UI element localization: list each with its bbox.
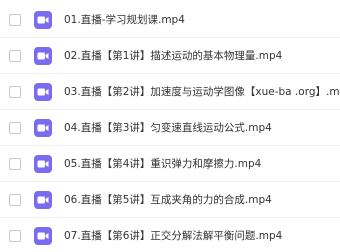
file-row[interactable]: 04.直播【第3讲】匀变速直线运动公式.mp4 [0,110,340,146]
file-name[interactable]: 06.直播【第5讲】互成夹角的力的合成.mp4 [64,182,272,218]
video-file-icon [34,47,52,65]
file-checkbox[interactable] [9,50,21,62]
video-file-icon [34,11,52,29]
file-name[interactable]: 07.直播【第6讲】正交分解法解平衡问题.mp4 [64,218,282,252]
video-file-icon [34,227,52,245]
file-row[interactable]: 01.直播-学习规划课.mp4 [0,2,340,38]
video-file-icon [34,119,52,137]
video-file-icon [34,83,52,101]
file-name[interactable]: 03.直播【第2讲】加速度与运动学图像【xue-ba .org】.mp4 [64,74,340,110]
file-checkbox[interactable] [9,158,21,170]
file-row[interactable]: 02.直播【第1讲】描述运动的基本物理量.mp4 [0,38,340,74]
file-name[interactable]: 01.直播-学习规划课.mp4 [64,2,185,38]
file-row[interactable]: 03.直播【第2讲】加速度与运动学图像【xue-ba .org】.mp4 [0,74,340,110]
file-name[interactable]: 02.直播【第1讲】描述运动的基本物理量.mp4 [64,38,282,74]
file-row[interactable]: 06.直播【第5讲】互成夹角的力的合成.mp4 [0,182,340,218]
file-row[interactable]: 05.直播【第4讲】重识弹力和摩擦力.mp4 [0,146,340,182]
file-name[interactable]: 04.直播【第3讲】匀变速直线运动公式.mp4 [64,110,272,146]
file-list: 01.直播-学习规划课.mp4 02.直播【第1讲】描述运动的基本物理量.mp4… [0,0,340,252]
file-checkbox[interactable] [9,122,21,134]
file-row[interactable]: 07.直播【第6讲】正交分解法解平衡问题.mp4 [0,218,340,252]
file-checkbox[interactable] [9,194,21,206]
file-checkbox[interactable] [9,14,21,26]
video-file-icon [34,191,52,209]
file-name[interactable]: 05.直播【第4讲】重识弹力和摩擦力.mp4 [64,146,261,182]
file-checkbox[interactable] [9,230,21,242]
video-file-icon [34,155,52,173]
file-checkbox[interactable] [9,86,21,98]
